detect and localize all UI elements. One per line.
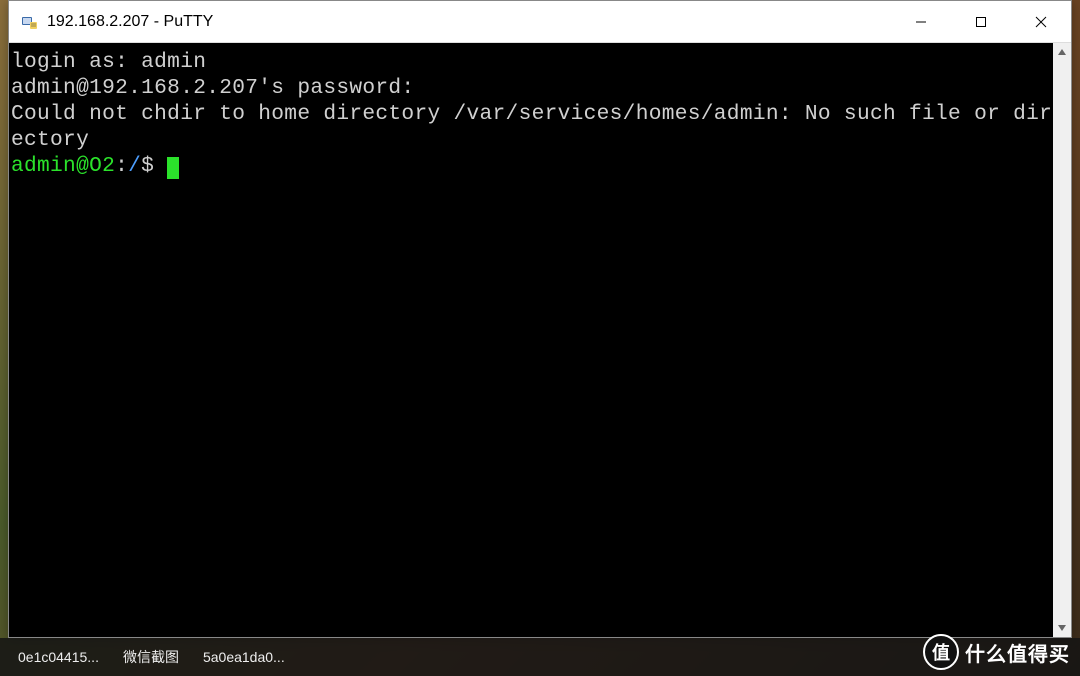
prompt-end: $ bbox=[141, 154, 167, 178]
watermark-text: 什么值得买 bbox=[965, 638, 1070, 667]
app-window: 192.168.2.207 - PuTTY login as: admin ad… bbox=[8, 0, 1072, 638]
scroll-track[interactable] bbox=[1053, 61, 1071, 619]
close-button[interactable] bbox=[1011, 1, 1071, 42]
scroll-up-arrow[interactable] bbox=[1053, 43, 1071, 61]
taskbar[interactable]: 0e1c04415... 微信截图 5a0ea1da0... bbox=[0, 638, 1080, 676]
vertical-scrollbar[interactable] bbox=[1053, 43, 1071, 637]
watermark-badge-icon: 值 bbox=[923, 634, 959, 670]
window-title: 192.168.2.207 - PuTTY bbox=[47, 13, 891, 31]
window-controls bbox=[891, 1, 1071, 42]
terminal[interactable]: login as: admin admin@192.168.2.207's pa… bbox=[9, 43, 1053, 637]
prompt-user: admin@O2 bbox=[11, 154, 115, 178]
titlebar[interactable]: 192.168.2.207 - PuTTY bbox=[9, 1, 1071, 43]
taskbar-item[interactable]: 0e1c04415... bbox=[6, 638, 111, 676]
maximize-button[interactable] bbox=[951, 1, 1011, 42]
prompt-path: / bbox=[128, 154, 141, 178]
prompt-sep: : bbox=[115, 154, 128, 178]
watermark: 值 什么值得买 bbox=[923, 634, 1070, 670]
password-line: admin@192.168.2.207's password: bbox=[11, 76, 414, 100]
taskbar-item[interactable]: 微信截图 bbox=[111, 638, 191, 676]
taskbar-item[interactable]: 5a0ea1da0... bbox=[191, 638, 297, 676]
minimize-button[interactable] bbox=[891, 1, 951, 42]
terminal-cursor bbox=[167, 157, 179, 179]
login-line: login as: admin bbox=[11, 50, 206, 74]
terminal-area: login as: admin admin@192.168.2.207's pa… bbox=[9, 43, 1071, 637]
putty-icon bbox=[19, 12, 39, 32]
error-line: Could not chdir to home directory /var/s… bbox=[11, 102, 1052, 152]
